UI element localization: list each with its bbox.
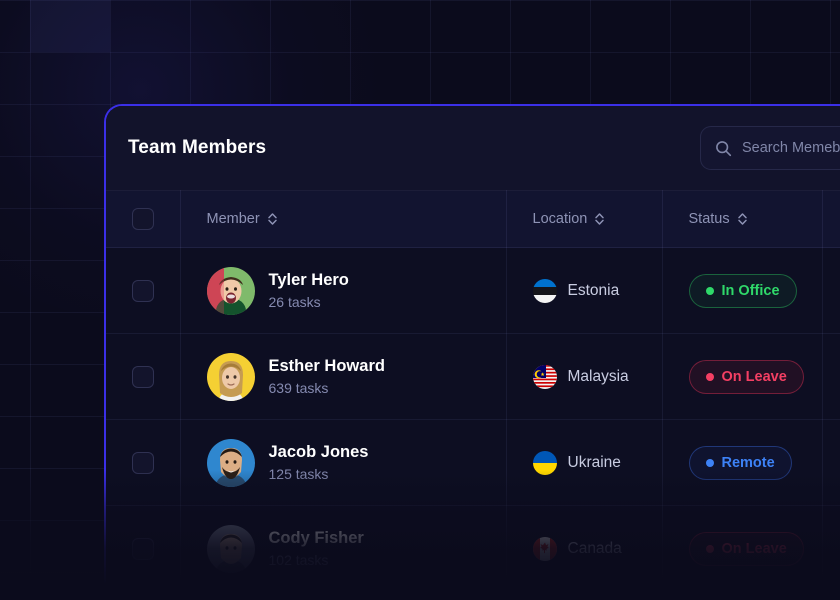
status-dot-icon: [705, 544, 714, 553]
row-checkbox[interactable]: [132, 365, 154, 388]
table-header-row: Member Location Status: [106, 190, 840, 248]
member-cell: Tyler Hero 26 tasks: [180, 247, 507, 334]
member-cell: Jacob Jones 125 tasks: [180, 419, 507, 506]
column-header-member-label: Member: [206, 211, 260, 227]
member-name: Esther Howard: [268, 356, 385, 375]
status-badge: On Leave: [688, 359, 804, 394]
status-label: Remote: [721, 454, 775, 471]
column-header-status[interactable]: Status: [662, 190, 823, 248]
estonia-flag-icon: [532, 278, 557, 303]
column-header-location[interactable]: Location: [506, 190, 663, 248]
member-name: Tyler Hero: [268, 270, 349, 289]
status-label: On Leave: [721, 368, 787, 385]
row-select-cell[interactable]: [106, 505, 181, 592]
status-badge: On Leave: [688, 531, 804, 566]
member-name: Cody Fisher: [268, 528, 364, 547]
location-name: Malaysia: [567, 367, 629, 385]
table-body: Tyler Hero 26 tasks Estonia In Office Es…: [106, 247, 840, 592]
member-tasks: 125 tasks: [268, 465, 329, 482]
row-select-cell[interactable]: [106, 247, 181, 334]
select-all-checkbox[interactable]: [132, 208, 154, 230]
member-tasks: 26 tasks: [268, 293, 321, 310]
table-row[interactable]: Tyler Hero 26 tasks Estonia In Office: [106, 247, 840, 334]
member-tasks: 102 tasks: [268, 551, 329, 568]
location-cell: Estonia: [506, 247, 663, 334]
avatar: [206, 524, 255, 573]
search-icon: [715, 140, 732, 157]
location-name: Canada: [567, 539, 622, 557]
row-checkbox[interactable]: [132, 279, 154, 302]
column-header-status-label: Status: [688, 211, 730, 227]
member-tasks: 639 tasks: [268, 379, 329, 396]
avatar: [206, 352, 255, 401]
table-row[interactable]: Jacob Jones 125 tasks Ukraine Remote: [106, 419, 840, 506]
page-title: Team Members: [128, 137, 267, 158]
status-badge: In Office: [688, 273, 797, 308]
overflow-cell: [822, 247, 840, 334]
column-header-location-label: Location: [532, 211, 588, 227]
ukraine-flag-icon: [532, 450, 557, 475]
team-members-card: Team Members Search Memebrs Member Locat…: [104, 104, 840, 600]
table-header: Member Location Status: [106, 190, 840, 248]
location-name: Estonia: [567, 281, 620, 299]
canada-flag-icon: [532, 536, 557, 561]
malaysia-flag-icon: [532, 364, 557, 389]
member-cell: Esther Howard 639 tasks: [180, 333, 507, 420]
status-cell: On Leave: [662, 505, 823, 592]
sort-icon[interactable]: [737, 212, 748, 226]
card-header: Team Members: [106, 106, 840, 190]
search-input[interactable]: [742, 140, 840, 156]
table-row[interactable]: Cody Fisher 102 tasks Canada On Leave: [106, 505, 840, 592]
overflow-cell: [822, 505, 840, 592]
row-checkbox[interactable]: [132, 451, 154, 474]
sort-icon[interactable]: [594, 212, 605, 226]
location-cell: Malaysia: [506, 333, 663, 420]
status-label: In Office: [721, 282, 780, 299]
status-dot-icon: [705, 458, 714, 467]
status-label: On Leave: [721, 540, 787, 557]
column-header-overflow: [822, 190, 840, 248]
sort-icon[interactable]: [267, 212, 278, 226]
location-cell: Canada: [506, 505, 663, 592]
location-cell: Ukraine: [506, 419, 663, 506]
column-header-select-all[interactable]: [106, 190, 181, 248]
overflow-cell: [822, 333, 840, 420]
column-header-member[interactable]: Member: [180, 190, 507, 248]
table-row[interactable]: Esther Howard 639 tasks Malaysia On Leav…: [106, 333, 840, 420]
team-members-table: Member Location Status Tyler Hero 26 tas…: [106, 190, 840, 592]
overflow-cell: [822, 419, 840, 506]
search-box[interactable]: [700, 126, 840, 170]
status-dot-icon: [705, 286, 714, 295]
location-name: Ukraine: [567, 453, 621, 471]
status-cell: On Leave: [662, 333, 823, 420]
status-badge: Remote: [688, 445, 792, 480]
status-cell: Remote: [662, 419, 823, 506]
avatar: [206, 438, 255, 487]
member-name: Jacob Jones: [268, 442, 369, 461]
status-cell: In Office: [662, 247, 823, 334]
member-cell: Cody Fisher 102 tasks: [180, 505, 507, 592]
row-checkbox[interactable]: [132, 537, 154, 560]
row-select-cell[interactable]: [106, 419, 181, 506]
avatar: [206, 266, 255, 315]
row-select-cell[interactable]: [106, 333, 181, 420]
status-dot-icon: [705, 372, 714, 381]
